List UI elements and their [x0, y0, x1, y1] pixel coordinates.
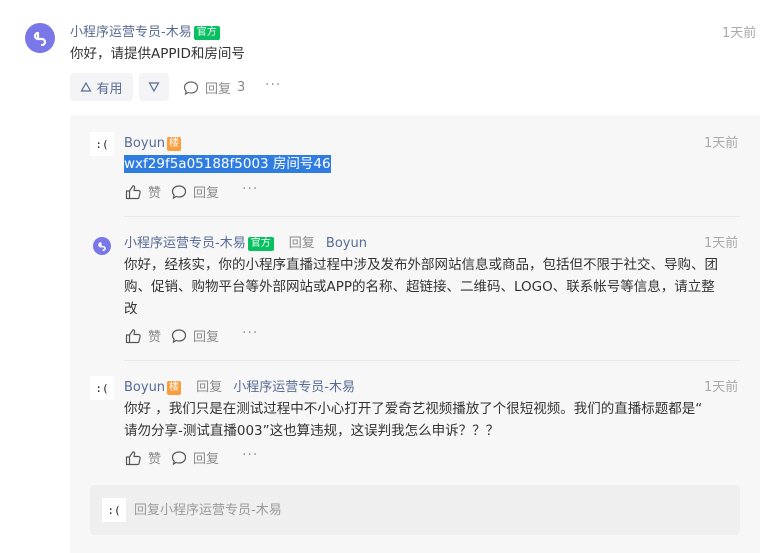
timestamp: 1天前: [704, 236, 739, 251]
thumbs-up-icon: [125, 328, 141, 343]
reply-target-name[interactable]: 小程序运营专员-木易: [233, 380, 355, 395]
author-name[interactable]: 小程序运营专员-木易: [70, 25, 192, 40]
avatar[interactable]: :(: [90, 376, 114, 400]
more-button[interactable]: ···: [242, 181, 258, 197]
reply-text: 你好 ，我们只是在测试过程中不小心打开了爱奇艺视频播放了个很短视频。我们的直播标…: [124, 398, 744, 442]
avatar[interactable]: :(: [90, 132, 114, 156]
avatar[interactable]: [93, 237, 111, 255]
reply-button[interactable]: 回复 3: [183, 78, 245, 97]
reply-input[interactable]: [134, 499, 724, 521]
mini-program-logo-icon: [33, 31, 47, 47]
not-useful-button[interactable]: [139, 73, 169, 101]
more-button[interactable]: ···: [265, 77, 281, 93]
comment-header: 小程序运营专员-木易 官方: [70, 21, 220, 40]
reply-text: 你好，经核实，你的小程序直播过程中涉及发布外部网站信息或商品，包括但不限于社交、…: [124, 254, 744, 320]
more-button[interactable]: ···: [242, 447, 258, 463]
reply-text-line: 购、促销、购物平台等外部网站或APP的名称、超链接、二维码、LOGO、联系帐号等…: [124, 279, 715, 295]
reply-button[interactable]: 回复: [171, 448, 219, 467]
reply-label: 回复: [193, 330, 220, 345]
like-label: 赞: [148, 330, 162, 345]
comment-bubble-icon: [171, 450, 187, 465]
reply-text-line: 你好，经核实，你的小程序直播过程中涉及发布外部网站信息或商品，包括但不限于社交、…: [124, 257, 718, 273]
like-label: 赞: [148, 452, 162, 467]
useful-label: 有用: [96, 81, 123, 97]
author-name[interactable]: Boyun: [124, 380, 165, 395]
reply-header: 小程序运营专员-木易 官方 回复 Boyun: [124, 232, 367, 251]
mini-program-logo-icon: [98, 242, 106, 251]
floor-badge: 楼: [167, 381, 182, 395]
comment-bubble-icon: [171, 184, 187, 199]
timestamp: 1天前: [722, 26, 757, 41]
floor-badge: 楼: [167, 137, 182, 151]
reply-label: 回复: [193, 452, 220, 467]
divider: [124, 216, 740, 217]
reply-text-line: 你好 ，我们只是在测试过程中不小心打开了爱奇艺视频播放了个很短视频。我们的直播标…: [124, 401, 703, 417]
thumbs-up-icon: [125, 450, 141, 465]
comment-text: 你好，请提供APPID和房间号: [70, 46, 245, 62]
like-button[interactable]: 赞: [125, 182, 161, 201]
reply-text-line: 改: [124, 301, 138, 317]
like-label: 赞: [148, 186, 162, 201]
reply-text: wxf29f5a05188f5003 房间号46: [124, 153, 331, 175]
author-name[interactable]: 小程序运营专员-木易: [124, 236, 246, 251]
reply-target-name[interactable]: Boyun: [326, 236, 367, 251]
reply-button[interactable]: 回复: [171, 326, 219, 345]
reply-word: 回复: [196, 380, 223, 395]
comment-bubble-icon: [183, 80, 199, 95]
timestamp: 1天前: [704, 380, 739, 395]
official-badge: 官方: [247, 237, 274, 251]
reply-button[interactable]: 回复: [171, 182, 219, 201]
reply-header: Boyun 楼 回复 小程序运营专员-木易: [124, 376, 355, 395]
reply-text-line: 请勿分享-测试直播003”这也算违规，这误判我怎么申诉？？？: [124, 423, 500, 439]
reply-header: Boyun 楼: [124, 132, 182, 151]
useful-button[interactable]: 有用: [70, 73, 133, 101]
selected-text: wxf29f5a05188f5003 房间号46: [124, 155, 331, 173]
reply-count: 3: [237, 80, 246, 95]
thumbs-up-icon: [125, 184, 141, 199]
official-badge: 官方: [193, 26, 220, 40]
triangle-up-icon: [80, 81, 93, 92]
like-button[interactable]: 赞: [125, 326, 161, 345]
reply-word: 回复: [288, 236, 315, 251]
author-name[interactable]: Boyun: [124, 136, 165, 151]
like-button[interactable]: 赞: [125, 448, 161, 467]
comment-bubble-icon: [171, 328, 187, 343]
timestamp: 1天前: [704, 136, 739, 151]
reply-label: 回复: [193, 186, 220, 201]
reply-label: 回复: [205, 82, 232, 97]
triangle-down-icon: [148, 82, 160, 93]
more-button[interactable]: ···: [242, 325, 258, 341]
avatar: :(: [102, 498, 126, 522]
divider: [124, 360, 740, 361]
avatar[interactable]: [25, 23, 55, 53]
